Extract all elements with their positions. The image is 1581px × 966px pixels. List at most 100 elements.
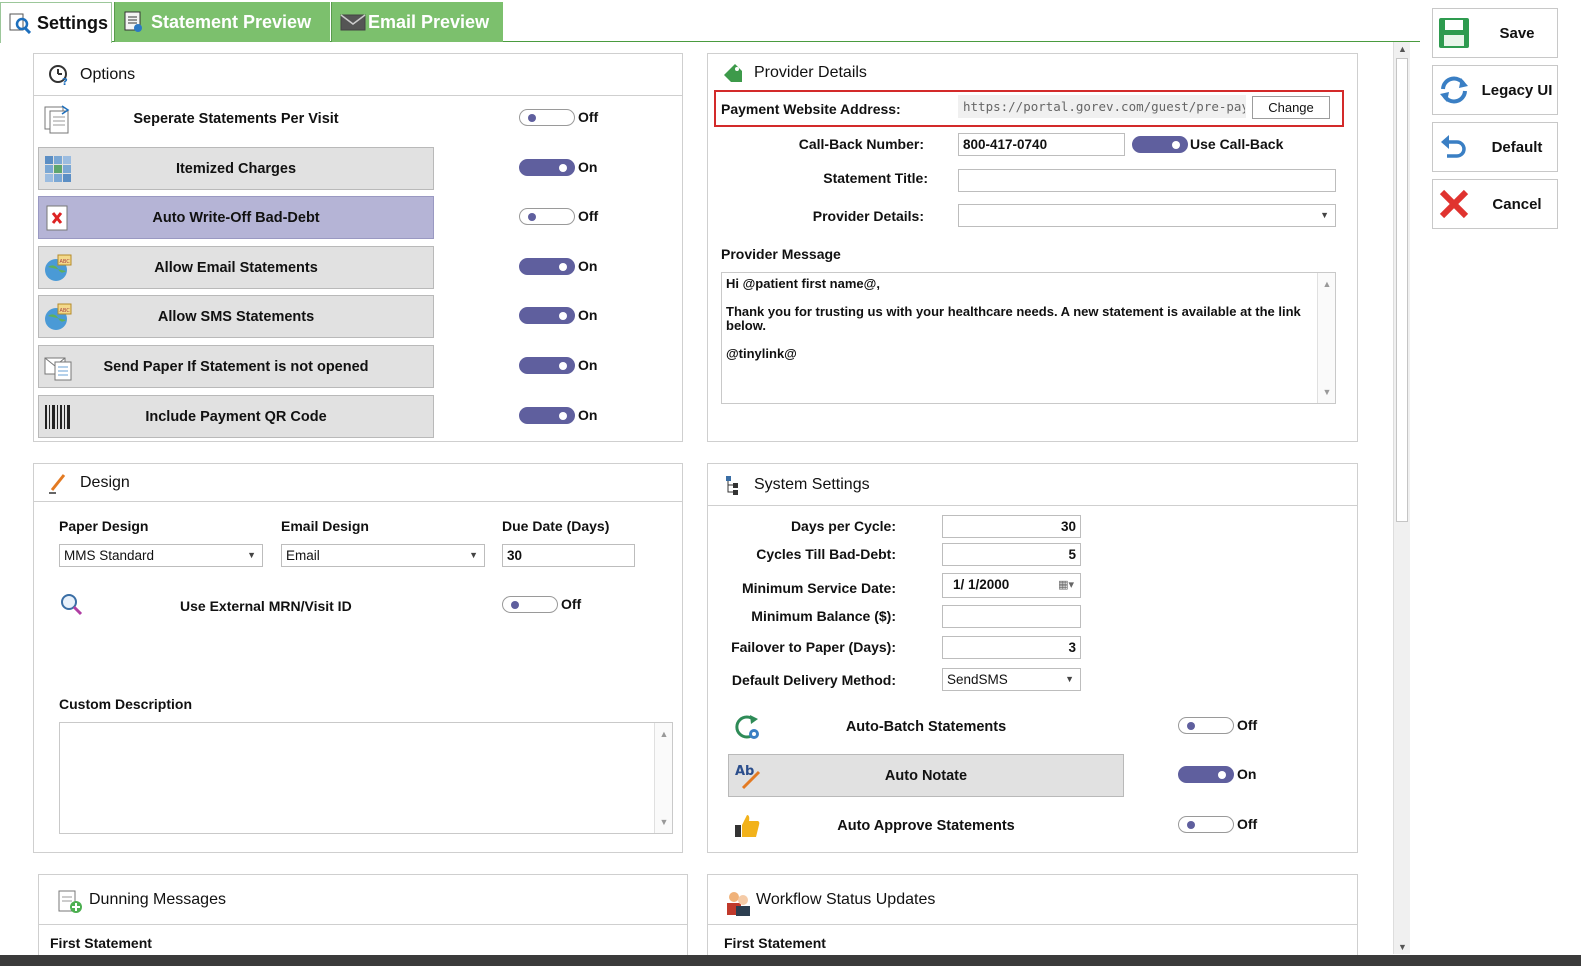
- option-row-sms-statements[interactable]: ABC Allow SMS Statements: [38, 295, 434, 338]
- thumbs-up-icon: [732, 811, 762, 841]
- chevron-down-icon: ▼: [1065, 674, 1074, 684]
- default-button[interactable]: Default: [1432, 122, 1558, 172]
- separate-statements-toggle[interactable]: [519, 109, 575, 126]
- workflow-title: Workflow Status Updates: [756, 890, 936, 908]
- option-row-auto-writeoff[interactable]: Auto Write-Off Bad-Debt: [38, 196, 434, 239]
- toggle-state-label: On: [578, 258, 598, 274]
- system-row-auto-notate[interactable]: Ab Auto Notate: [728, 754, 1124, 797]
- undo-arrow-icon: [1437, 130, 1471, 164]
- cancel-button[interactable]: Cancel: [1432, 179, 1558, 229]
- tab-email-preview[interactable]: Email Preview: [331, 2, 503, 42]
- system-row-auto-approve[interactable]: Auto Approve Statements: [728, 804, 1124, 847]
- options-panel: ? Options Seperate Statements Per Visit …: [33, 53, 683, 442]
- tab-bar: Settings Statement Preview Email Preview: [0, 0, 1420, 43]
- provider-details-dropdown[interactable]: ▼: [958, 204, 1336, 227]
- custom-description-textarea[interactable]: ▲ ▼: [59, 722, 673, 834]
- hierarchy-icon: [722, 474, 744, 496]
- toggle-state-label: Off: [561, 596, 582, 612]
- system-row-auto-batch[interactable]: Auto-Batch Statements: [728, 705, 1124, 748]
- cycles-till-bad-debt-field[interactable]: 5: [942, 543, 1081, 566]
- red-x-icon: [1437, 187, 1471, 221]
- workflow-first-statement-label: First Statement: [724, 935, 826, 951]
- workflow-header: Workflow Status Updates: [708, 875, 1357, 925]
- custom-description-scrollbar[interactable]: ▲ ▼: [654, 723, 672, 833]
- use-callback-label: Use Call-Back: [1190, 136, 1284, 152]
- minimum-balance-field[interactable]: [942, 605, 1081, 628]
- days-per-cycle-field[interactable]: 30: [942, 515, 1081, 538]
- option-row-separate-statements[interactable]: Seperate Statements Per Visit: [38, 97, 434, 140]
- scroll-down-icon[interactable]: ▼: [1394, 942, 1411, 952]
- failover-to-paper-field[interactable]: 3: [942, 636, 1081, 659]
- external-mrn-toggle[interactable]: [502, 596, 558, 613]
- option-label: Auto Write-Off Bad-Debt: [152, 209, 320, 226]
- magnifier-icon: [59, 592, 85, 618]
- default-delivery-dropdown[interactable]: SendSMS ▼: [942, 668, 1081, 691]
- scroll-up-icon[interactable]: ▲: [1394, 44, 1411, 54]
- statement-title-field[interactable]: [958, 169, 1336, 192]
- auto-notate-toggle[interactable]: [1178, 766, 1234, 783]
- toggle-state-label: Off: [1237, 717, 1258, 733]
- ab-pen-icon: Ab: [733, 761, 763, 791]
- toggle-state-label: Off: [1237, 816, 1258, 832]
- default-label: Default: [1491, 138, 1543, 156]
- itemized-charges-toggle[interactable]: [519, 159, 575, 176]
- option-row-itemized-charges[interactable]: Itemized Charges: [38, 147, 434, 190]
- design-panel: Design Paper Design MMS Standard ▼ Email…: [33, 463, 683, 853]
- tab-settings[interactable]: Settings: [0, 2, 112, 43]
- toggle-state-label: On: [578, 159, 598, 175]
- save-button[interactable]: Save: [1432, 8, 1558, 58]
- dunning-title: Dunning Messages: [89, 890, 226, 908]
- use-callback-toggle[interactable]: [1132, 136, 1188, 153]
- sms-statements-toggle[interactable]: [519, 307, 575, 324]
- svg-text:ABC: ABC: [60, 308, 71, 314]
- settings-tab-icon: [9, 12, 32, 35]
- message-scrollbar[interactable]: ▲ ▼: [1317, 273, 1335, 403]
- documents-icon: [42, 104, 72, 134]
- email-design-label: Email Design: [281, 518, 369, 534]
- payment-website-field[interactable]: https://portal.gorev.com/guest/pre-payme…: [958, 95, 1246, 118]
- paper-design-dropdown[interactable]: MMS Standard ▼: [59, 544, 263, 567]
- minimum-service-date-value: 1/ 1/2000: [953, 577, 1010, 592]
- email-statements-toggle[interactable]: [519, 258, 575, 275]
- message-line: @tinylink@: [726, 346, 797, 361]
- system-settings-panel: System Settings Days per Cycle: 30 Cycle…: [707, 463, 1358, 853]
- statement-title-label: Statement Title:: [823, 170, 928, 186]
- qr-code-toggle[interactable]: [519, 407, 575, 424]
- grid-icon: [43, 154, 73, 184]
- provider-message-textarea[interactable]: Hi @patient first name@, Thank you for t…: [721, 272, 1336, 404]
- tab-statement-preview-label: Statement Preview: [151, 11, 312, 32]
- svg-text:?: ?: [62, 77, 68, 86]
- legacy-ui-button[interactable]: Legacy UI: [1432, 65, 1558, 115]
- days-per-cycle-label: Days per Cycle:: [790, 518, 896, 534]
- auto-approve-label: Auto Approve Statements: [837, 817, 1015, 834]
- change-button[interactable]: Change: [1252, 96, 1330, 119]
- calendar-icon[interactable]: ▦▾: [1058, 578, 1074, 591]
- option-row-email-statements[interactable]: ABC Allow Email Statements: [38, 246, 434, 289]
- toggle-state-label: Off: [578, 109, 599, 125]
- external-mrn-label: Use External MRN/Visit ID: [180, 598, 352, 614]
- auto-batch-toggle[interactable]: [1178, 717, 1234, 734]
- callback-number-field[interactable]: 800-417-0740: [958, 133, 1125, 156]
- message-line: Hi @patient first name@,: [726, 276, 880, 291]
- tab-statement-preview[interactable]: Statement Preview: [114, 2, 330, 42]
- option-row-qr-code[interactable]: Include Payment QR Code: [38, 395, 434, 438]
- clock-options-icon: ?: [48, 64, 70, 88]
- toggle-state-label: On: [578, 357, 598, 373]
- minimum-service-date-picker[interactable]: 1/ 1/2000 ▦▾: [942, 573, 1081, 598]
- workflow-status-panel: Workflow Status Updates First Statement: [707, 874, 1358, 966]
- due-date-field[interactable]: 30: [502, 544, 635, 567]
- send-paper-toggle[interactable]: [519, 357, 575, 374]
- options-header: ? Options: [34, 54, 682, 96]
- toggle-state-label: On: [1237, 766, 1257, 782]
- main-scrollbar[interactable]: ▲ ▼: [1393, 42, 1410, 954]
- auto-approve-toggle[interactable]: [1178, 816, 1234, 833]
- users-icon: [724, 889, 750, 916]
- option-row-send-paper[interactable]: Send Paper If Statement is not opened: [38, 345, 434, 388]
- scrollbar-thumb[interactable]: [1396, 58, 1408, 522]
- auto-writeoff-toggle[interactable]: [519, 208, 575, 225]
- email-design-dropdown[interactable]: Email ▼: [281, 544, 485, 567]
- globe-sms-icon: ABC: [43, 302, 73, 332]
- tag-icon: [722, 62, 744, 84]
- auto-batch-label: Auto-Batch Statements: [845, 718, 1007, 735]
- provider-details-header: Provider Details: [708, 54, 1357, 92]
